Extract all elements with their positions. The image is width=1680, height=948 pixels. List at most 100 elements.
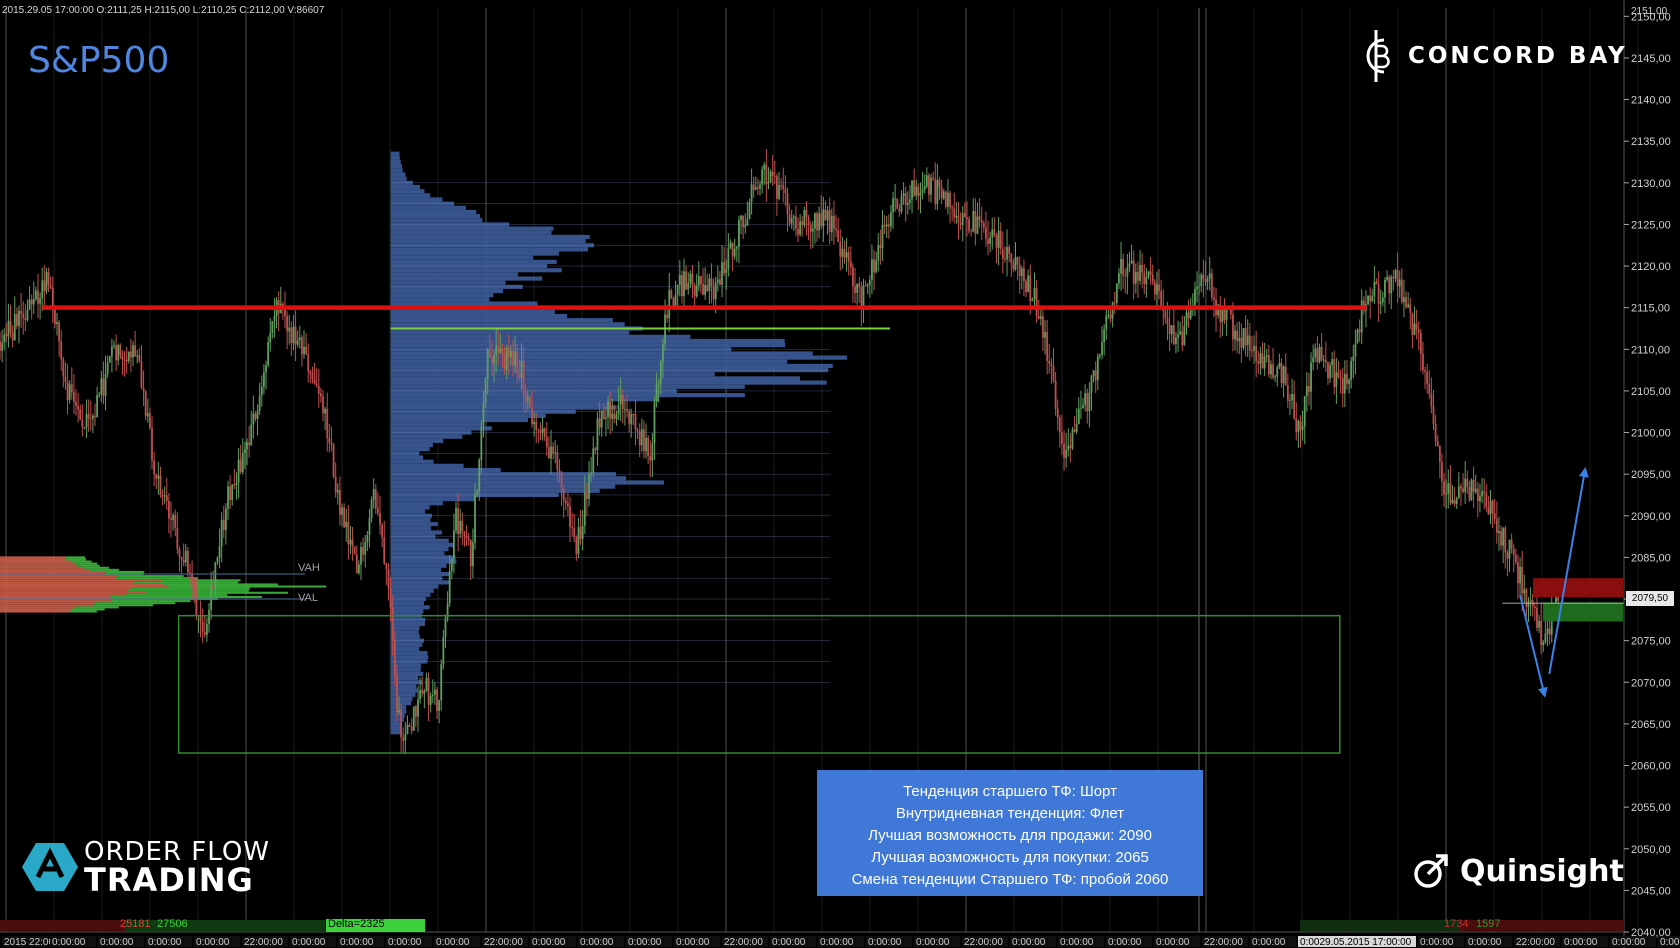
- candle-body: [938, 180, 941, 187]
- candle-body: [1324, 359, 1327, 363]
- time-tick-label: 0:00:00: [868, 937, 902, 948]
- concord-bay-text: CONCORD BAY: [1408, 43, 1628, 69]
- profile-bar: [390, 405, 617, 410]
- time-tick-label: 0:00:00: [1420, 937, 1454, 948]
- profile-bar: [390, 484, 616, 489]
- time-tick-label: 0:00:00: [580, 937, 614, 948]
- candle-body: [795, 216, 797, 229]
- candle-body: [18, 310, 20, 326]
- analysis-line-2: Внутридневная тенденция: Флет: [895, 805, 1125, 822]
- candle-body: [959, 222, 962, 225]
- candle-body: [790, 218, 793, 224]
- candle-body: [1339, 376, 1342, 378]
- candle-body: [474, 494, 476, 543]
- candle-body: [733, 248, 736, 257]
- candle-body: [1360, 300, 1363, 333]
- price-top-tick: 2151,00: [1631, 6, 1668, 17]
- price-tick-label: 2090,00: [1631, 511, 1671, 523]
- candle-body: [647, 437, 650, 457]
- candle-body: [1018, 264, 1021, 277]
- candle-body: [1071, 429, 1074, 448]
- candle-body: [11, 332, 14, 341]
- left-profile-sell: [0, 560, 71, 563]
- candle-body: [621, 395, 624, 410]
- candle-body: [45, 271, 48, 292]
- candle-body: [533, 421, 536, 425]
- candle-body: [1508, 539, 1511, 559]
- candle-body: [5, 334, 8, 337]
- candle-body: [1468, 487, 1471, 500]
- candle-body: [1042, 316, 1044, 338]
- candle-body: [716, 279, 719, 283]
- candle-body: [155, 474, 158, 479]
- candle-body: [710, 278, 713, 287]
- candle-body: [290, 327, 293, 343]
- candle-body: [1333, 359, 1336, 387]
- candle-body: [626, 409, 628, 411]
- profile-bar: [390, 480, 664, 485]
- candle-body: [1194, 289, 1196, 307]
- candle-body: [1474, 488, 1477, 492]
- candle-body: [1322, 359, 1325, 361]
- left-delta-profile: [0, 556, 327, 613]
- time-tick-label: 0:00:00: [916, 937, 950, 948]
- profile-bar: [390, 584, 439, 589]
- candle-body: [488, 349, 491, 358]
- candle-body: [1517, 562, 1519, 584]
- candle-body: [723, 262, 726, 274]
- candle-body: [906, 202, 909, 205]
- candle-body: [638, 431, 641, 446]
- candle-body: [1115, 283, 1118, 304]
- analysis-line-3: Лучшая возможность для продажи: 2090: [868, 827, 1152, 844]
- candle-body: [32, 298, 35, 305]
- candle-body: [1113, 302, 1116, 304]
- left-profile-buy: [70, 560, 92, 563]
- candle-body: [687, 283, 690, 290]
- candle-body: [1343, 373, 1346, 394]
- candle-body: [305, 346, 308, 355]
- candle-body: [1396, 269, 1399, 287]
- candle-body: [425, 677, 428, 691]
- stats-sell-bar: [0, 920, 125, 931]
- candle-body: [571, 527, 574, 529]
- candle-body: [835, 228, 837, 231]
- candle-body: [1080, 407, 1082, 409]
- candle-body: [410, 726, 413, 731]
- candle-body: [1185, 312, 1188, 327]
- current-price-tag: 2079,50: [1626, 591, 1674, 606]
- candle-body: [224, 508, 227, 531]
- price-axis: 2040,002045,002050,002055,002060,002065,…: [1623, 0, 1671, 948]
- candle-body: [110, 346, 113, 357]
- candle-body: [129, 351, 132, 358]
- candle-body: [436, 689, 438, 711]
- candle-body: [1198, 286, 1201, 287]
- candle-body: [917, 186, 920, 196]
- candle-body: [1084, 393, 1087, 406]
- candle-body: [1118, 273, 1120, 284]
- candle-body: [1479, 496, 1481, 502]
- candle-body: [311, 373, 314, 380]
- candle-body: [503, 357, 506, 370]
- profile-bar: [390, 205, 466, 210]
- price-tick-label: 2085,00: [1631, 552, 1671, 564]
- candle-body: [892, 198, 894, 213]
- candle-body: [75, 401, 77, 406]
- candle-body: [1394, 269, 1397, 279]
- candle-body: [1223, 308, 1226, 321]
- candle-body: [1498, 531, 1500, 533]
- candle-body: [1244, 328, 1247, 345]
- candle-body: [1388, 276, 1391, 294]
- buy-volume: 27506: [157, 918, 188, 930]
- profile-bar: [390, 688, 418, 693]
- price-tick-label: 2130,00: [1631, 178, 1671, 190]
- candle-body: [881, 224, 884, 248]
- candle-body: [1124, 275, 1127, 277]
- candle-body: [267, 342, 270, 366]
- candle-body: [1424, 370, 1426, 372]
- candle-body: [248, 442, 251, 446]
- candle-body: [1449, 483, 1452, 504]
- candle-body: [668, 290, 671, 319]
- candle-body: [450, 558, 453, 571]
- candle-body: [256, 410, 259, 419]
- profile-bar: [390, 288, 503, 294]
